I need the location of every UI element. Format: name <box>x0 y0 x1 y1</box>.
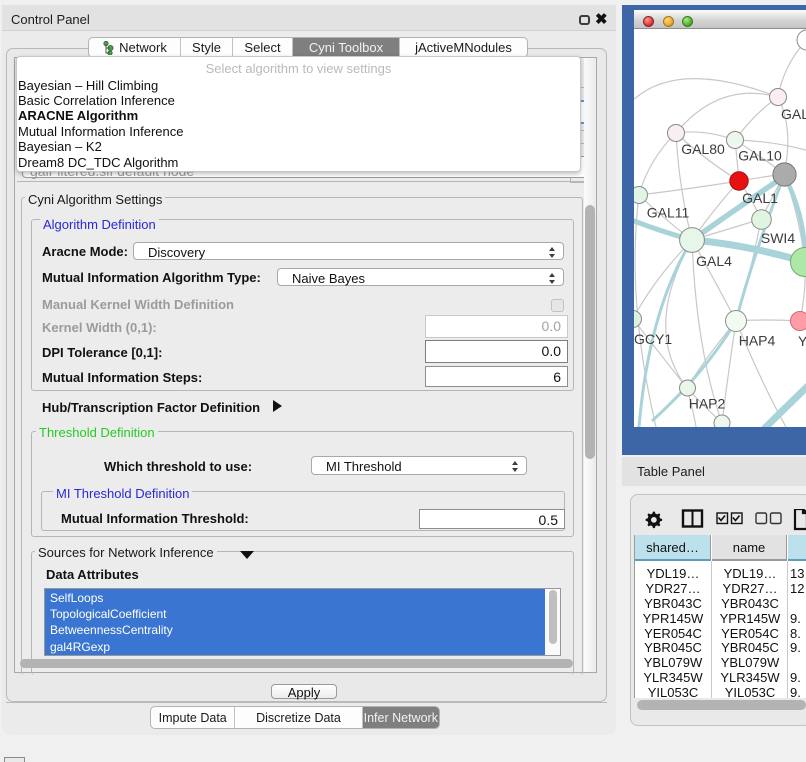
svg-text:Y: Y <box>798 333 806 349</box>
svg-text:SWI4: SWI4 <box>761 230 795 246</box>
svg-text:GAL4: GAL4 <box>696 253 732 269</box>
svg-text:GAL7: GAL7 <box>781 106 806 122</box>
svg-text:GAL80: GAL80 <box>681 141 725 157</box>
svg-text:HAP2: HAP2 <box>689 396 726 412</box>
svg-text:GAL11: GAL11 <box>647 205 690 221</box>
svg-text:GAL10: GAL10 <box>738 148 782 164</box>
svg-text:GCY1: GCY1 <box>634 331 672 347</box>
svg-text:HAP4: HAP4 <box>739 333 776 349</box>
svg-text:GAL1: GAL1 <box>742 190 778 206</box>
